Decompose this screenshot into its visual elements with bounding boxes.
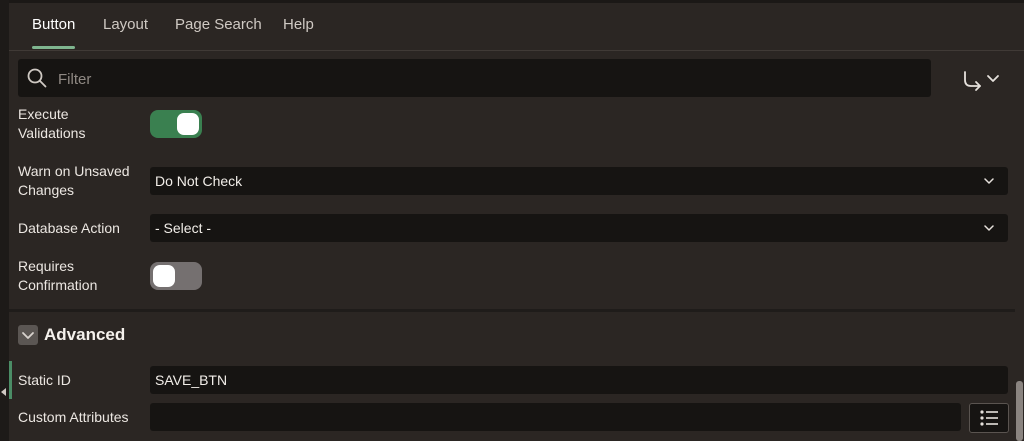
chevron-down-icon bbox=[984, 178, 994, 184]
execute-validations-toggle[interactable] bbox=[150, 110, 202, 138]
label-line: Requires bbox=[18, 258, 75, 274]
custom-attributes-field[interactable] bbox=[150, 403, 961, 431]
label-line: Validations bbox=[18, 125, 86, 141]
open-list-button[interactable] bbox=[969, 403, 1009, 433]
filter-box bbox=[18, 59, 931, 99]
chevron-down-icon bbox=[984, 225, 994, 231]
tab-bar: Button Layout Page Search Help bbox=[9, 3, 1024, 51]
select-value: - Select - bbox=[155, 220, 212, 236]
tab-layout[interactable]: Layout bbox=[103, 3, 148, 50]
select-value: Do Not Check bbox=[155, 173, 243, 189]
custom-attributes-label: Custom Attributes bbox=[18, 409, 129, 425]
goto-arrow-icon[interactable] bbox=[958, 64, 1006, 94]
section-divider bbox=[9, 309, 1015, 312]
tab-help[interactable]: Help bbox=[283, 3, 314, 50]
requires-confirmation-label: Requires Confirmation bbox=[18, 257, 138, 295]
scrollbar-thumb[interactable] bbox=[1016, 381, 1023, 441]
toggle-knob bbox=[177, 113, 199, 135]
active-row-marker bbox=[9, 361, 12, 399]
execute-validations-label: Execute Validations bbox=[18, 105, 138, 143]
static-id-field[interactable]: SAVE_BTN bbox=[150, 366, 1008, 394]
toggle-knob bbox=[153, 265, 175, 287]
database-action-select[interactable]: - Select - bbox=[150, 214, 1008, 242]
warn-unsaved-label: Warn on Unsaved Changes bbox=[18, 162, 138, 200]
label-line: Changes bbox=[18, 182, 75, 198]
warn-unsaved-select[interactable]: Do Not Check bbox=[150, 167, 1008, 195]
collapse-left-icon[interactable] bbox=[1, 388, 6, 396]
tab-button[interactable]: Button bbox=[32, 3, 76, 50]
label-line: Execute bbox=[18, 106, 69, 122]
left-splitter[interactable] bbox=[0, 0, 9, 441]
tab-page-search[interactable]: Page Search bbox=[175, 3, 262, 50]
static-id-label: Static ID bbox=[18, 372, 71, 388]
database-action-label: Database Action bbox=[18, 220, 120, 236]
field-value: SAVE_BTN bbox=[155, 372, 228, 388]
list-icon bbox=[980, 410, 998, 426]
section-title: Advanced bbox=[44, 325, 126, 344]
requires-confirmation-toggle[interactable] bbox=[150, 262, 202, 290]
search-icon bbox=[27, 68, 47, 88]
filter-input[interactable] bbox=[56, 59, 920, 99]
label-line: Confirmation bbox=[18, 277, 98, 293]
collapse-section-icon[interactable] bbox=[18, 325, 38, 345]
label-line: Warn on Unsaved bbox=[18, 163, 130, 179]
